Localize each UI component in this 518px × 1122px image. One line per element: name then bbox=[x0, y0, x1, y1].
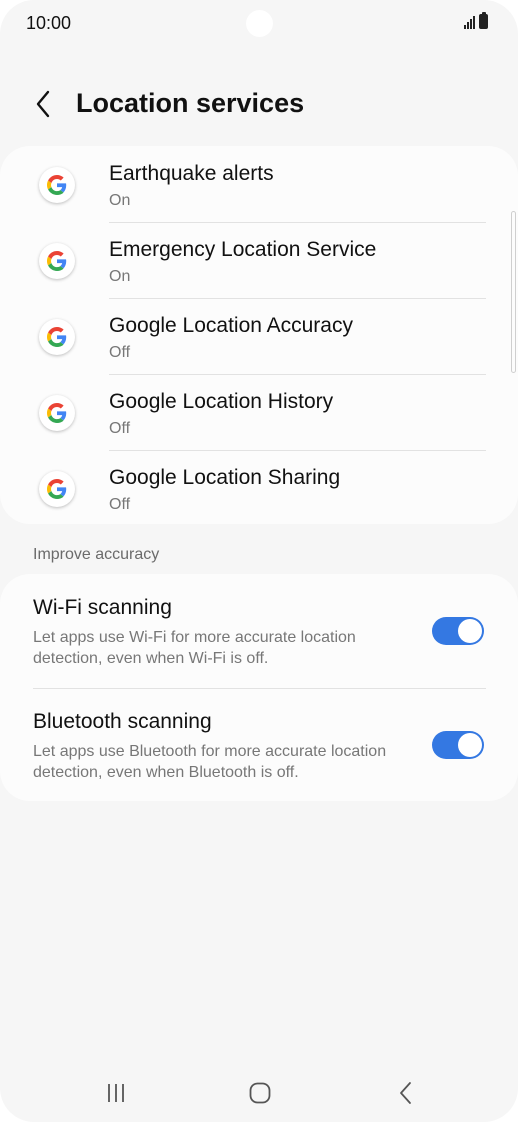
back-button[interactable] bbox=[28, 84, 58, 124]
improve-accuracy-list: Wi-Fi scanning Let apps use Wi-Fi for mo… bbox=[0, 574, 518, 801]
service-item-earthquake-alerts[interactable]: Earthquake alerts On bbox=[0, 146, 518, 222]
service-title: Earthquake alerts bbox=[109, 162, 274, 185]
service-item-google-location-accuracy[interactable]: Google Location Accuracy Off bbox=[0, 298, 518, 374]
page-title: Location services bbox=[76, 88, 305, 118]
service-status: Off bbox=[109, 344, 131, 361]
home-button[interactable] bbox=[240, 1076, 280, 1110]
section-header-improve-accuracy: Improve accuracy bbox=[33, 546, 160, 563]
wifi-scanning-toggle[interactable] bbox=[432, 617, 484, 645]
service-item-google-location-sharing[interactable]: Google Location Sharing Off bbox=[0, 450, 518, 526]
google-g-icon bbox=[39, 319, 75, 355]
google-g-icon bbox=[39, 395, 75, 431]
setting-title: Wi-Fi scanning bbox=[33, 596, 172, 619]
google-g-icon bbox=[39, 243, 75, 279]
phone-screen: 10:00 Location services Earthquake alert… bbox=[0, 0, 518, 1122]
bluetooth-scanning-item[interactable]: Bluetooth scanning Let apps use Bluetoot… bbox=[0, 688, 518, 798]
recents-button[interactable] bbox=[96, 1076, 136, 1110]
status-time: 10:00 bbox=[26, 13, 72, 33]
status-bar: 10:00 bbox=[0, 0, 518, 48]
wifi-scanning-item[interactable]: Wi-Fi scanning Let apps use Wi-Fi for mo… bbox=[0, 574, 518, 684]
scrollbar[interactable] bbox=[511, 211, 516, 373]
back-nav-button[interactable] bbox=[386, 1076, 426, 1110]
service-title: Emergency Location Service bbox=[109, 238, 377, 261]
home-icon bbox=[249, 1082, 271, 1104]
setting-title: Bluetooth scanning bbox=[33, 710, 212, 733]
chevron-left-icon bbox=[36, 90, 50, 118]
service-status: On bbox=[109, 268, 131, 285]
bluetooth-scanning-toggle[interactable] bbox=[432, 731, 484, 759]
setting-description: Let apps use Wi-Fi for more accurate loc… bbox=[33, 629, 356, 667]
services-list: Earthquake alerts On Emergency Location … bbox=[0, 146, 518, 524]
setting-description: Let apps use Bluetooth for more accurate… bbox=[33, 743, 387, 781]
signal-icon bbox=[464, 15, 475, 29]
service-status: On bbox=[109, 192, 131, 209]
service-item-google-location-history[interactable]: Google Location History Off bbox=[0, 374, 518, 450]
status-icons bbox=[464, 12, 488, 29]
service-title: Google Location History bbox=[109, 390, 334, 413]
recents-icon bbox=[108, 1084, 124, 1102]
google-g-icon bbox=[39, 471, 75, 507]
service-status: Off bbox=[109, 496, 131, 513]
toggle-knob bbox=[458, 733, 482, 757]
header: Location services bbox=[0, 80, 518, 130]
google-g-icon bbox=[39, 167, 75, 203]
toggle-knob bbox=[458, 619, 482, 643]
battery-icon bbox=[479, 12, 488, 29]
service-title: Google Location Accuracy bbox=[109, 314, 353, 337]
navigation-bar bbox=[0, 1062, 518, 1122]
service-status: Off bbox=[109, 420, 131, 437]
service-title: Google Location Sharing bbox=[109, 466, 341, 489]
camera-cutout bbox=[246, 10, 273, 37]
service-item-emergency-location-service[interactable]: Emergency Location Service On bbox=[0, 222, 518, 298]
back-icon bbox=[400, 1082, 411, 1104]
